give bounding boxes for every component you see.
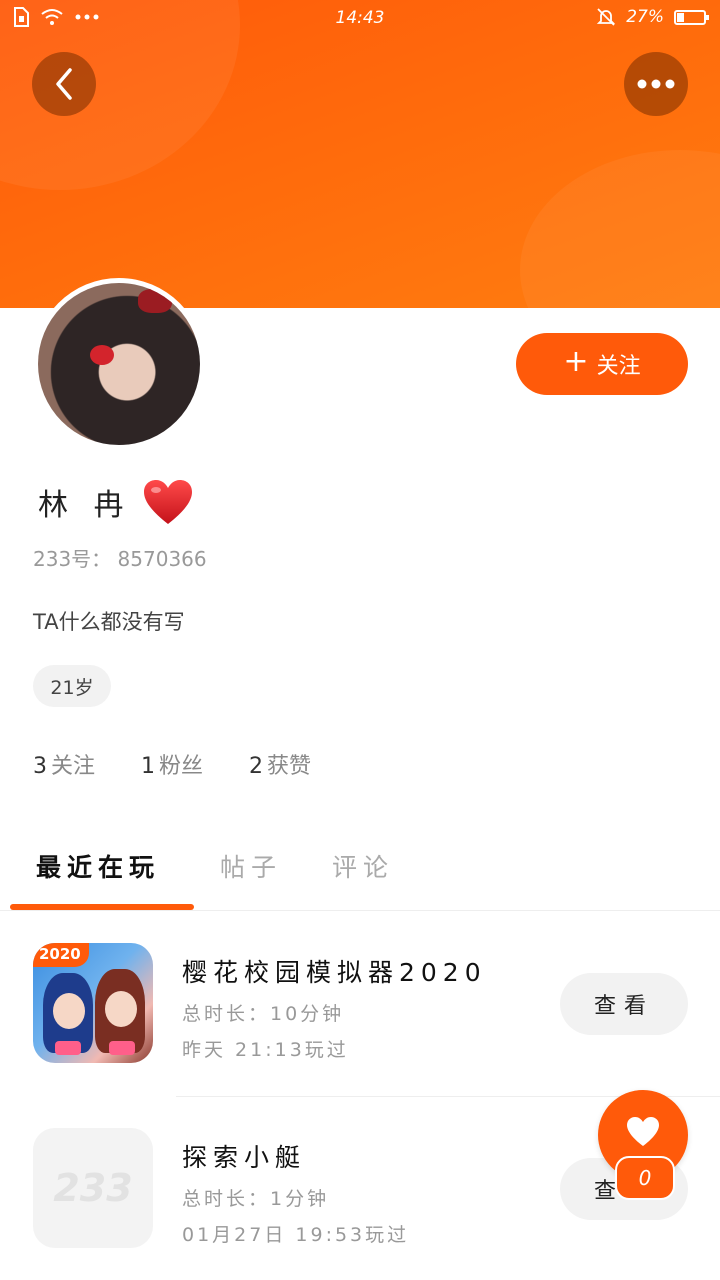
avatar-detail — [138, 289, 172, 313]
user-id-label: 233号： — [33, 547, 112, 571]
heart-icon — [143, 480, 192, 524]
stat-label: 获赞 — [267, 754, 312, 779]
divider — [0, 910, 720, 911]
stat-following[interactable]: 3 关注 — [33, 748, 95, 780]
plus-icon: + — [563, 344, 589, 379]
profile-bio: TA什么都没有写 — [33, 610, 185, 634]
stat-followers[interactable]: 1 粉丝 — [141, 748, 203, 780]
game-duration: 总时长：10分钟 — [182, 1003, 345, 1025]
icon-detail — [109, 1041, 135, 1055]
chevron-left-icon — [56, 68, 72, 100]
stat-label: 粉丝 — [159, 754, 204, 779]
avatar-detail — [90, 345, 114, 365]
profile-name: 林 冉 — [38, 488, 132, 523]
game-last-played: 01月27日 19:53玩过 — [182, 1224, 410, 1246]
tab-comments[interactable]: 评论 — [332, 848, 394, 884]
battery-icon — [674, 9, 709, 25]
profile-name-row: 林 冉 — [38, 478, 194, 526]
stat-count: 2 — [249, 754, 264, 779]
user-id: 233号： 8570366 — [33, 543, 207, 572]
game-duration: 总时长：1分钟 — [182, 1188, 330, 1210]
profile-tabs: 最近在玩 帖子 评论 — [0, 840, 720, 912]
tab-recently-played[interactable]: 最近在玩 — [36, 848, 160, 884]
more-options-button[interactable] — [624, 52, 688, 116]
stat-likes[interactable]: 2 获赞 — [249, 748, 311, 780]
like-count: 0 — [615, 1156, 675, 1200]
stat-count: 3 — [33, 754, 47, 779]
avatar-image — [38, 283, 200, 445]
user-id-value: 8570366 — [117, 547, 207, 571]
profile-header-banner — [0, 0, 720, 308]
game-icon-badge: 2020 — [33, 943, 89, 967]
battery-percent: 27% — [626, 7, 664, 27]
game-last-played: 昨天 21:13玩过 — [182, 1039, 349, 1061]
more-icon — [637, 79, 675, 89]
stat-label: 关注 — [51, 754, 96, 779]
game-title: 探索小艇 — [182, 1143, 307, 1172]
follow-button[interactable]: + 关注 — [516, 333, 688, 395]
status-bar: 14:43 27% — [0, 0, 720, 36]
back-button[interactable] — [32, 52, 96, 116]
view-button[interactable]: 查看 — [560, 973, 688, 1035]
game-icon: 233 — [33, 1128, 153, 1248]
header-decoration — [520, 150, 720, 308]
game-icon-text: 233 — [53, 1166, 133, 1210]
icon-detail — [105, 991, 137, 1027]
stat-count: 1 — [141, 754, 156, 779]
heart-icon — [627, 1117, 659, 1146]
game-title: 樱花校园模拟器2020 — [182, 958, 487, 987]
age-tag: 21岁 — [33, 665, 111, 707]
game-list-item[interactable]: 2020 樱花校园模拟器2020 总时长：10分钟 昨天 21:13玩过 查看 — [0, 943, 720, 1073]
icon-detail — [53, 993, 85, 1029]
bell-muted-icon — [597, 8, 616, 26]
status-icons-right: 27% — [596, 7, 709, 27]
follow-button-label: 关注 — [596, 354, 641, 379]
game-icon: 2020 — [33, 943, 153, 1063]
icon-detail — [55, 1041, 81, 1055]
profile-stats: 3 关注 1 粉丝 2 获赞 — [33, 748, 357, 780]
tab-posts[interactable]: 帖子 — [220, 848, 282, 884]
avatar[interactable] — [33, 278, 205, 450]
